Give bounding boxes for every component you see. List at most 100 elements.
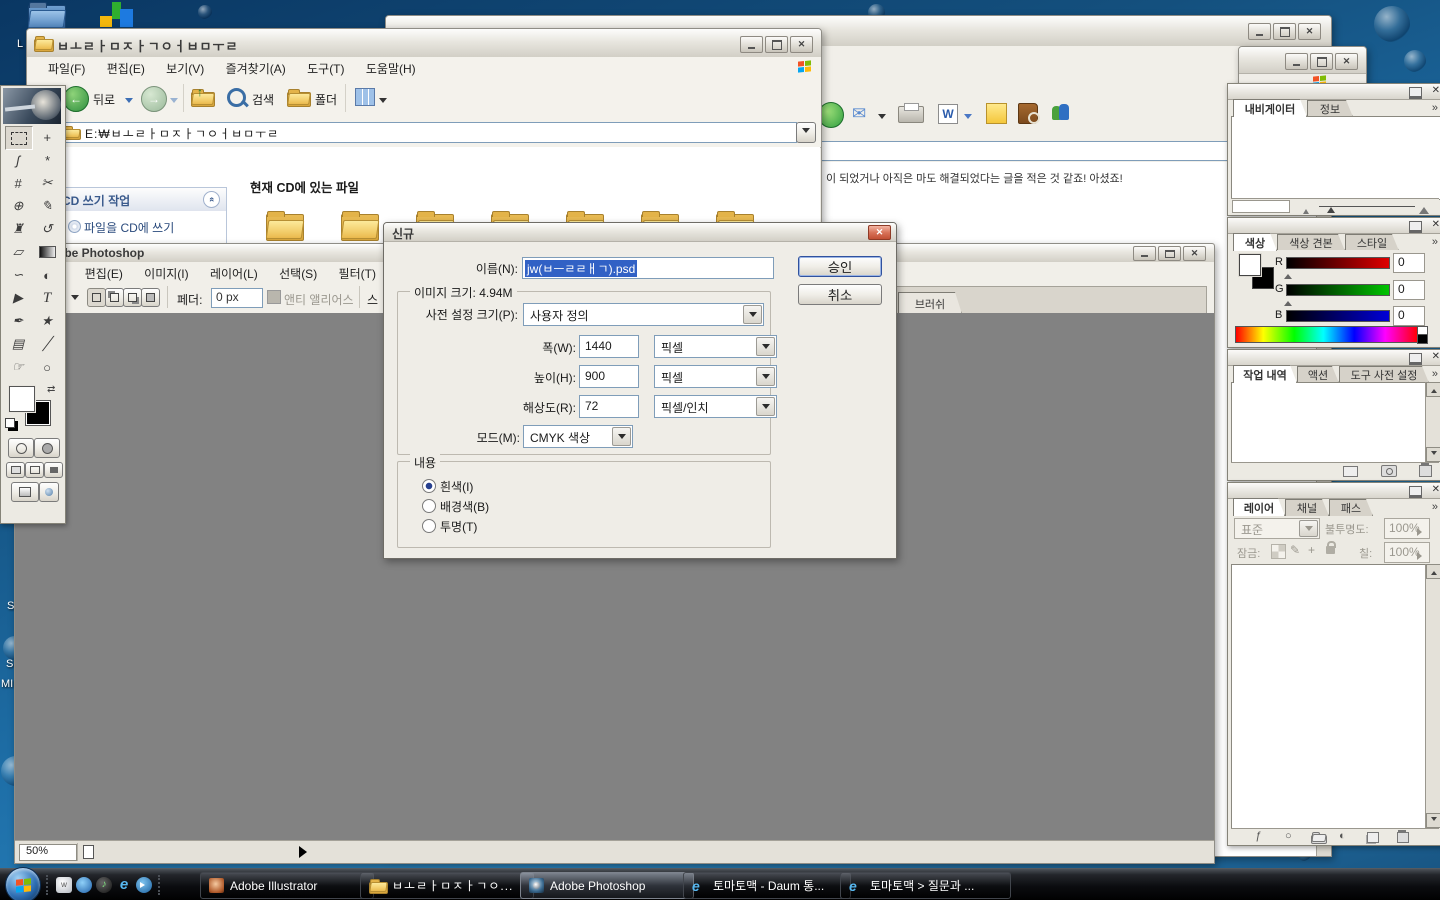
lock-transparency-icon[interactable] xyxy=(1271,544,1286,559)
tab-swatches[interactable]: 색상 견본 xyxy=(1277,234,1345,251)
mode-combobox[interactable]: CMYK 색상 xyxy=(523,425,633,448)
scroll-down-icon[interactable] xyxy=(1426,813,1440,828)
maximize-button[interactable] xyxy=(1310,53,1333,70)
back-dropdown-icon[interactable] xyxy=(125,96,133,110)
healing-brush-tool[interactable]: ⊕ xyxy=(5,195,31,217)
scroll-down-icon[interactable] xyxy=(1426,447,1440,462)
close-button[interactable]: ✕ xyxy=(790,36,813,53)
dropdown-arrow-icon[interactable] xyxy=(756,337,775,356)
height-unit-combobox[interactable]: 픽셀 xyxy=(654,365,777,388)
screen-mode-full-menubar-button[interactable] xyxy=(25,462,44,478)
new-snapshot-icon[interactable] xyxy=(1381,465,1397,477)
selection-add-icon[interactable] xyxy=(105,288,124,307)
delete-icon[interactable] xyxy=(1419,465,1432,477)
scroll-up-icon[interactable] xyxy=(1426,564,1440,579)
taskbar-grip[interactable] xyxy=(158,875,162,895)
up-folder-icon[interactable]: ↑ xyxy=(191,89,213,105)
selection-intersect-icon[interactable] xyxy=(141,288,160,307)
lasso-tool[interactable]: ʃ xyxy=(5,149,31,171)
menu-edit[interactable]: 편집(E) xyxy=(98,57,154,77)
g-thumb[interactable] xyxy=(1284,295,1292,309)
ie2-titlebar[interactable]: ✕ xyxy=(1239,47,1366,74)
taskbar-button-photoshop[interactable]: Adobe Photoshop xyxy=(520,872,694,899)
pen-tool[interactable]: ✒ xyxy=(5,310,31,332)
close-button[interactable]: ✕ xyxy=(1432,484,1440,495)
antialias-checkbox[interactable] xyxy=(267,290,281,304)
magic-wand-tool[interactable]: * xyxy=(34,149,60,171)
tab-info[interactable]: 정보 xyxy=(1307,100,1353,117)
tab-paths[interactable]: 패스 xyxy=(1329,499,1373,516)
radio-white[interactable] xyxy=(422,479,436,493)
quicklaunch-mediaplayer-icon[interactable] xyxy=(136,877,152,893)
minimize-button[interactable] xyxy=(740,36,763,53)
views-icon[interactable] xyxy=(355,88,375,106)
edit-dropdown-icon[interactable] xyxy=(964,112,972,126)
shape-tool[interactable]: ★ xyxy=(34,310,60,332)
tab-navigator[interactable]: 내비게이터 xyxy=(1233,99,1307,117)
adjustment-layer-icon[interactable]: ○ xyxy=(1285,831,1292,842)
search-icon[interactable] xyxy=(227,88,246,107)
new-group-icon[interactable] xyxy=(1311,832,1325,842)
ok-button[interactable]: 승인 xyxy=(798,256,882,277)
minimize-button[interactable] xyxy=(1248,23,1271,40)
panel-menu-icon[interactable]: » xyxy=(1432,501,1438,513)
tab-actions[interactable]: 액션 xyxy=(1297,366,1339,383)
collapse-chevron-icon[interactable]: » xyxy=(203,191,220,208)
default-colors-icon[interactable] xyxy=(5,418,15,428)
panel-menu-icon[interactable]: » xyxy=(1432,368,1438,380)
navigator-titlebar[interactable]: ✕ xyxy=(1228,84,1440,100)
imageready-icon[interactable] xyxy=(39,482,59,502)
standard-mode-button[interactable] xyxy=(8,438,34,458)
word-edit-icon[interactable]: W xyxy=(938,104,958,124)
g-slider[interactable] xyxy=(1286,284,1390,296)
mail-dropdown-icon[interactable] xyxy=(878,112,886,126)
close-button[interactable]: ✕ xyxy=(1432,351,1440,362)
resolution-input[interactable]: 72 xyxy=(579,395,639,418)
tool-preset-dropdown-icon[interactable] xyxy=(71,293,79,307)
jump-to-imageready-button[interactable] xyxy=(11,482,39,502)
new-layer-icon[interactable] xyxy=(1367,832,1379,843)
taskbar-button-qna[interactable]: e 토마토맥 > 질문과 ... xyxy=(840,872,1011,899)
selection-new-icon[interactable] xyxy=(87,288,106,307)
dropdown-arrow-icon[interactable] xyxy=(756,397,775,416)
scroll-up-icon[interactable] xyxy=(1426,382,1440,397)
fill-arrow-icon[interactable] xyxy=(1417,549,1426,563)
dodge-tool[interactable]: ◐ xyxy=(34,264,60,286)
tab-tool-presets[interactable]: 도구 사전 설정 xyxy=(1339,366,1429,383)
close-button[interactable]: ✕ xyxy=(1335,53,1358,70)
start-button[interactable] xyxy=(5,867,41,900)
lock-position-icon[interactable]: + xyxy=(1308,543,1315,557)
close-button[interactable]: ✕ xyxy=(1432,219,1440,230)
lock-all-icon[interactable] xyxy=(1326,546,1335,554)
zoom-in-icon[interactable] xyxy=(1419,202,1429,217)
address-input[interactable]: E:₩ㅂㅗㄹㅏㅁㅈㅏㄱㅇㅓㅂㅁㅜㄹ xyxy=(58,122,797,143)
fill-field[interactable]: 100% xyxy=(1384,542,1430,563)
screen-mode-full-button[interactable] xyxy=(44,462,63,478)
layers-scrollbar[interactable] xyxy=(1425,564,1440,828)
tab-color[interactable]: 색상 xyxy=(1233,233,1277,251)
type-tool[interactable]: T xyxy=(34,287,60,309)
name-input[interactable]: jw(ㅂㅡㄹㄹㅐㄱ).psd xyxy=(522,257,774,279)
gradient-tool[interactable] xyxy=(34,241,60,263)
tab-styles[interactable]: 스타일 xyxy=(1345,234,1399,251)
history-list[interactable] xyxy=(1231,382,1427,464)
views-dropdown-icon[interactable] xyxy=(379,96,387,110)
file-folder[interactable] xyxy=(266,211,302,239)
r-value[interactable]: 0 xyxy=(1393,253,1425,273)
menu-image[interactable]: 이미지(I) xyxy=(135,262,197,282)
quicklaunch-grip[interactable] xyxy=(46,875,50,895)
research-book-icon[interactable] xyxy=(1018,103,1038,124)
feather-input[interactable]: 0 px xyxy=(211,288,263,308)
taskbar-button-illustrator[interactable]: Adobe Illustrator xyxy=(200,872,374,899)
foreground-color-swatch[interactable] xyxy=(1239,254,1261,276)
notes-tool[interactable]: ▤ xyxy=(5,333,31,355)
minimize-button[interactable] xyxy=(1133,246,1156,261)
menu-layer[interactable]: 레이어(L) xyxy=(201,262,267,282)
zoom-out-icon[interactable] xyxy=(1303,203,1309,217)
minimize-button[interactable] xyxy=(1409,87,1422,99)
opacity-arrow-icon[interactable] xyxy=(1417,525,1426,539)
r-slider[interactable] xyxy=(1286,257,1390,269)
dropdown-arrow-icon[interactable] xyxy=(612,427,631,446)
fill-adjustment-icon[interactable]: ◐ xyxy=(1339,831,1346,842)
foreground-color-swatch[interactable] xyxy=(9,386,35,412)
